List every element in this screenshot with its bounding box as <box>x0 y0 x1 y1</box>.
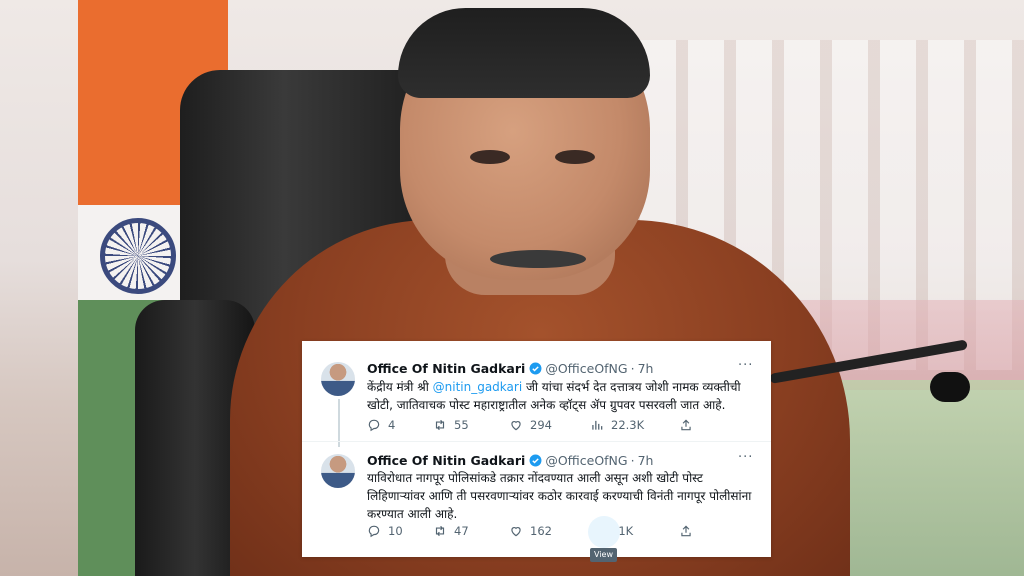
tweet-time[interactable]: 7h <box>638 453 654 468</box>
tweet-header: Office Of Nitin Gadkari @OfficeOfNG · 7h <box>367 359 653 377</box>
left-eye <box>470 150 510 164</box>
person-hair <box>398 8 650 98</box>
share-icon <box>681 525 691 537</box>
microphone-head <box>930 372 970 402</box>
avatar[interactable] <box>321 362 355 396</box>
tweet-thread-panel: Office Of Nitin Gadkari @OfficeOfNG · 7h… <box>302 341 771 557</box>
share-button[interactable] <box>679 418 700 432</box>
author-handle[interactable]: @OfficeOfNG <box>545 361 627 376</box>
right-eye <box>555 150 595 164</box>
more-icon[interactable]: ··· <box>738 358 753 373</box>
like-button[interactable]: 162 <box>509 524 552 538</box>
tweet-text: याविरोधात नागपूर पोलिसांकडे तक्रार नोंदव… <box>367 471 752 521</box>
retweet-icon <box>435 525 445 537</box>
like-icon <box>511 421 521 431</box>
tweet-time[interactable]: 7h <box>638 361 654 376</box>
like-button[interactable]: 294 <box>509 418 552 432</box>
tweet-header: Office Of Nitin Gadkari @OfficeOfNG · 7h <box>367 451 653 469</box>
retweet-icon <box>435 419 445 431</box>
tweet-text: केंद्रीय मंत्री श्री @nitin_gadkari जी य… <box>367 378 762 414</box>
tweet-1[interactable]: Office Of Nitin Gadkari @OfficeOfNG · 7h… <box>302 341 771 441</box>
share-icon <box>681 419 691 431</box>
author-handle[interactable]: @OfficeOfNG <box>545 453 627 468</box>
ashoka-chakra <box>100 218 176 294</box>
reply-button[interactable]: 4 <box>367 418 395 432</box>
tweet-text-start: केंद्रीय मंत्री श्री <box>367 380 433 394</box>
views-tooltip: View <box>590 548 617 562</box>
views-icon <box>592 420 603 430</box>
views-hover-highlight <box>588 516 620 548</box>
verified-badge-icon <box>529 362 542 374</box>
reply-count: 4 <box>388 418 396 432</box>
share-button[interactable] <box>679 524 700 538</box>
retweet-button[interactable]: 47 <box>433 524 469 538</box>
reply-count: 10 <box>388 524 403 538</box>
tweet-actions: 10 47 162 21K <box>367 524 757 542</box>
retweet-button[interactable]: 55 <box>433 418 469 432</box>
like-count: 294 <box>530 418 552 432</box>
like-icon <box>511 527 521 537</box>
mention-link[interactable]: @nitin_gadkari <box>433 380 523 394</box>
more-icon[interactable]: ··· <box>738 450 753 465</box>
view-count: 22.3K <box>611 418 645 432</box>
avatar[interactable] <box>321 454 355 488</box>
mustache <box>490 250 586 268</box>
retweet-count: 55 <box>454 418 469 432</box>
author-name[interactable]: Office Of Nitin Gadkari <box>367 453 525 468</box>
retweet-count: 47 <box>454 524 469 538</box>
like-count: 162 <box>530 524 552 538</box>
separator: · <box>630 360 635 376</box>
separator: · <box>630 452 635 468</box>
reply-icon <box>368 525 380 538</box>
author-name[interactable]: Office Of Nitin Gadkari <box>367 361 525 376</box>
reply-button[interactable]: 10 <box>367 524 403 538</box>
tweet-actions: 4 55 294 22.3K <box>367 418 757 436</box>
verified-badge-icon <box>529 454 542 466</box>
reply-icon <box>368 419 380 432</box>
views-button[interactable]: 22.3K <box>590 418 644 432</box>
